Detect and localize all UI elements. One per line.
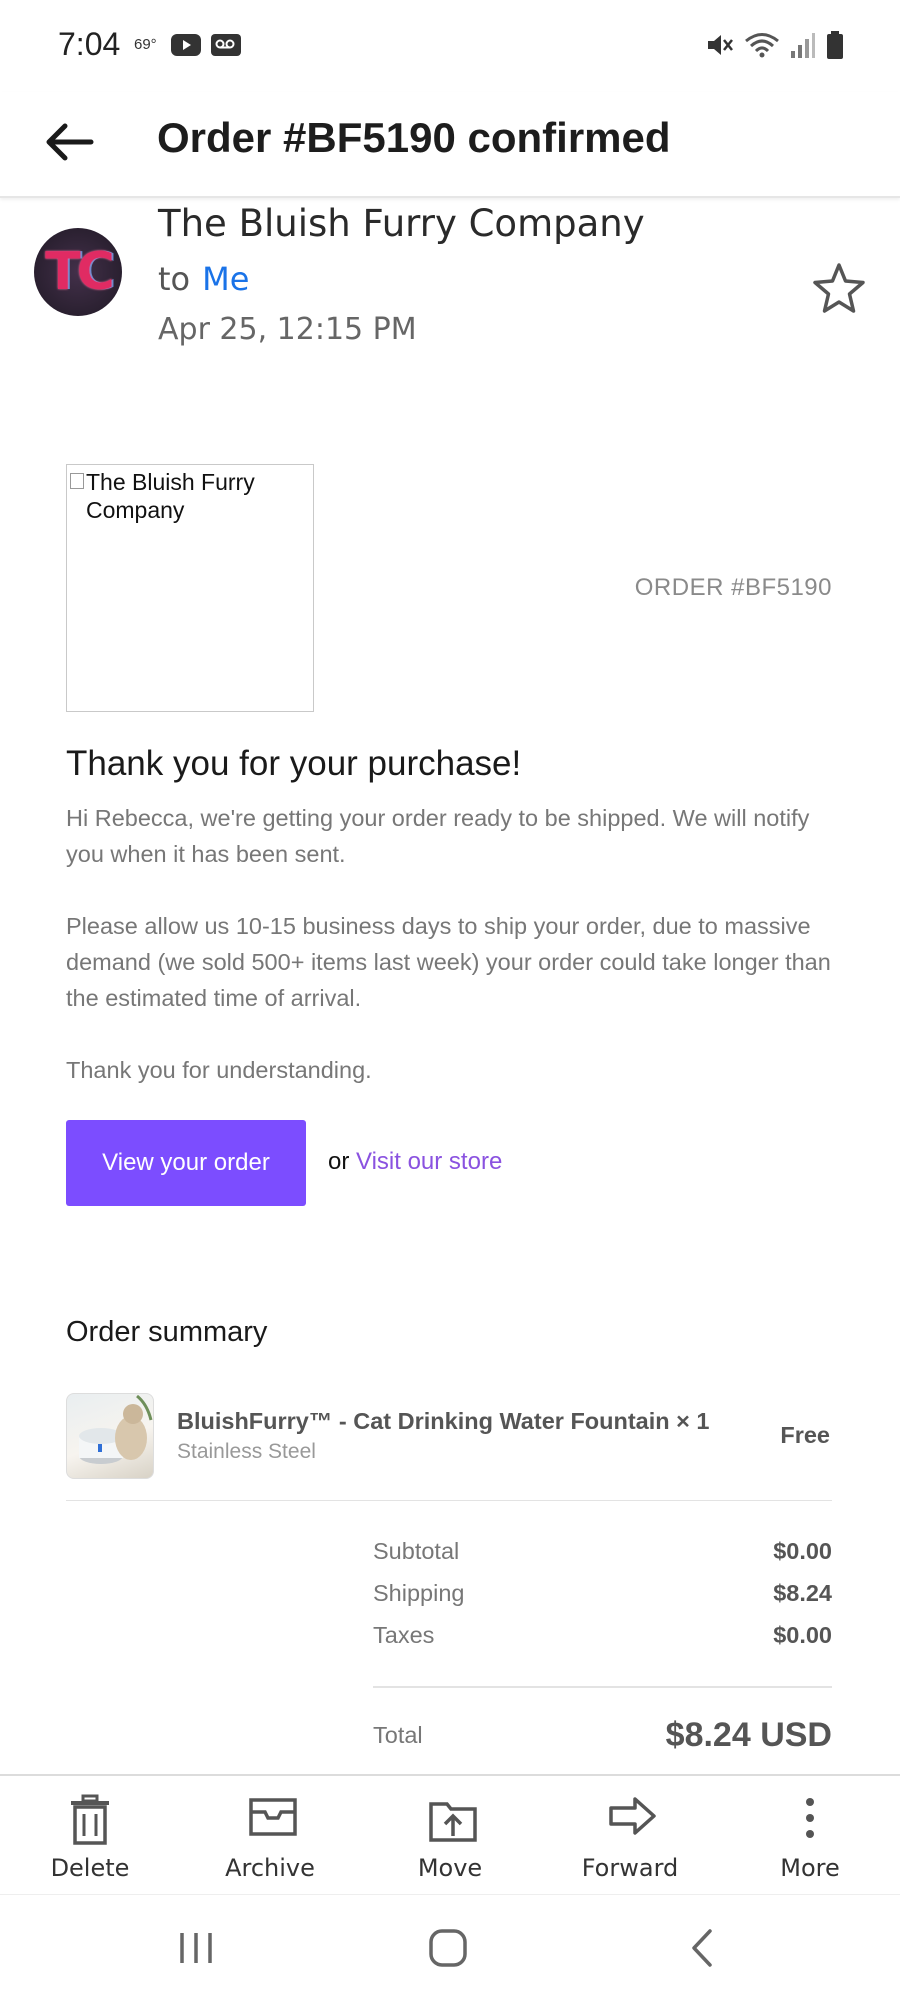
back-arrow-icon [46, 123, 94, 161]
forward-label: Forward [581, 1854, 679, 1882]
view-order-button[interactable]: View your order [66, 1120, 306, 1206]
home-icon [429, 1929, 467, 1967]
or-text: or [328, 1148, 350, 1175]
total-value: $8.24 USD [665, 1716, 832, 1754]
to-prefix: to [158, 260, 191, 298]
product-image [66, 1393, 154, 1479]
youtube-icon [170, 33, 202, 62]
email-subject-title: Order #BF5190 confirmed [157, 114, 671, 161]
visit-store-link[interactable]: Visit our store [356, 1148, 502, 1176]
avatar[interactable]: TC [34, 228, 122, 316]
move-button[interactable]: Move [360, 1776, 540, 1896]
shipping-label: Shipping [373, 1580, 465, 1606]
divider [373, 1686, 832, 1688]
shipping-row: Shipping $8.24 [373, 1580, 832, 1607]
back-icon [692, 1929, 712, 1967]
order-summary-heading: Order summary [66, 1316, 268, 1348]
broken-image-icon [70, 473, 84, 489]
taxes-value: $0.00 [773, 1622, 832, 1648]
subtotal-row: Subtotal $0.00 [373, 1538, 832, 1565]
system-back-button[interactable] [672, 1925, 732, 1971]
delete-button[interactable]: Delete [0, 1776, 180, 1896]
move-label: Move [417, 1854, 483, 1882]
total-label: Total [373, 1722, 423, 1748]
battery-icon [826, 30, 844, 65]
star-outline-icon [813, 263, 865, 313]
voicemail-icon [210, 33, 242, 62]
wifi-icon [744, 30, 780, 65]
archive-icon [249, 1798, 297, 1836]
recents-icon [180, 1933, 212, 1963]
status-temperature: 69° [134, 36, 157, 53]
app-header: Order #BF5190 confirmed [0, 92, 900, 198]
subtotal-value: $0.00 [773, 1538, 832, 1564]
closing-paragraph: Thank you for understanding. [66, 1057, 372, 1083]
taxes-row: Taxes $0.00 [373, 1622, 832, 1649]
order-number: ORDER #BF5190 [634, 574, 832, 601]
thanks-heading: Thank you for your purchase! [66, 744, 522, 783]
message-date: Apr 25, 12:15 PM [158, 312, 417, 347]
total-row: Total $8.24 USD [373, 1716, 832, 1755]
product-price: Free [780, 1422, 830, 1448]
recipient-line[interactable]: to Me [158, 260, 249, 298]
forward-button[interactable]: Forward [540, 1776, 720, 1896]
avatar-initials: TC [45, 242, 115, 302]
divider [66, 1500, 832, 1501]
signal-icon [790, 31, 816, 64]
back-button[interactable] [40, 112, 100, 172]
greeting-paragraph: Hi Rebecca, we're getting your order rea… [66, 805, 810, 867]
product-variant: Stainless Steel [177, 1440, 316, 1463]
trash-icon [71, 1794, 109, 1845]
archive-label: Archive [225, 1854, 315, 1882]
shipping-value: $8.24 [773, 1580, 832, 1606]
shipping-notice-paragraph: Please allow us 10-15 business days to s… [66, 913, 831, 1011]
sender-name[interactable]: The Bluish Furry Company [158, 202, 645, 245]
more-vertical-icon [806, 1798, 814, 1838]
delete-label: Delete [50, 1854, 130, 1882]
logo-alt-text: The Bluish Furry Company [86, 469, 255, 523]
company-logo-image: The Bluish Furry Company [66, 464, 314, 712]
move-icon [429, 1802, 477, 1842]
forward-icon [609, 1797, 656, 1835]
product-name: BluishFurry™ - Cat Drinking Water Founta… [177, 1408, 710, 1434]
more-label: More [780, 1854, 840, 1882]
taxes-label: Taxes [373, 1622, 435, 1648]
recents-button[interactable] [166, 1925, 226, 1971]
subtotal-label: Subtotal [373, 1538, 460, 1564]
status-bar: 7:04 69° [0, 0, 900, 92]
recipient-name: Me [202, 260, 250, 298]
home-button[interactable] [418, 1925, 478, 1971]
mute-icon [704, 30, 734, 65]
status-time: 7:04 [58, 26, 121, 62]
archive-button[interactable]: Archive [180, 1776, 360, 1896]
star-button[interactable] [810, 260, 868, 318]
more-button[interactable]: More [720, 1776, 900, 1896]
email-action-bar: Delete Archive Move Forward More [0, 1774, 900, 1894]
system-navigation-bar [0, 1894, 900, 2000]
